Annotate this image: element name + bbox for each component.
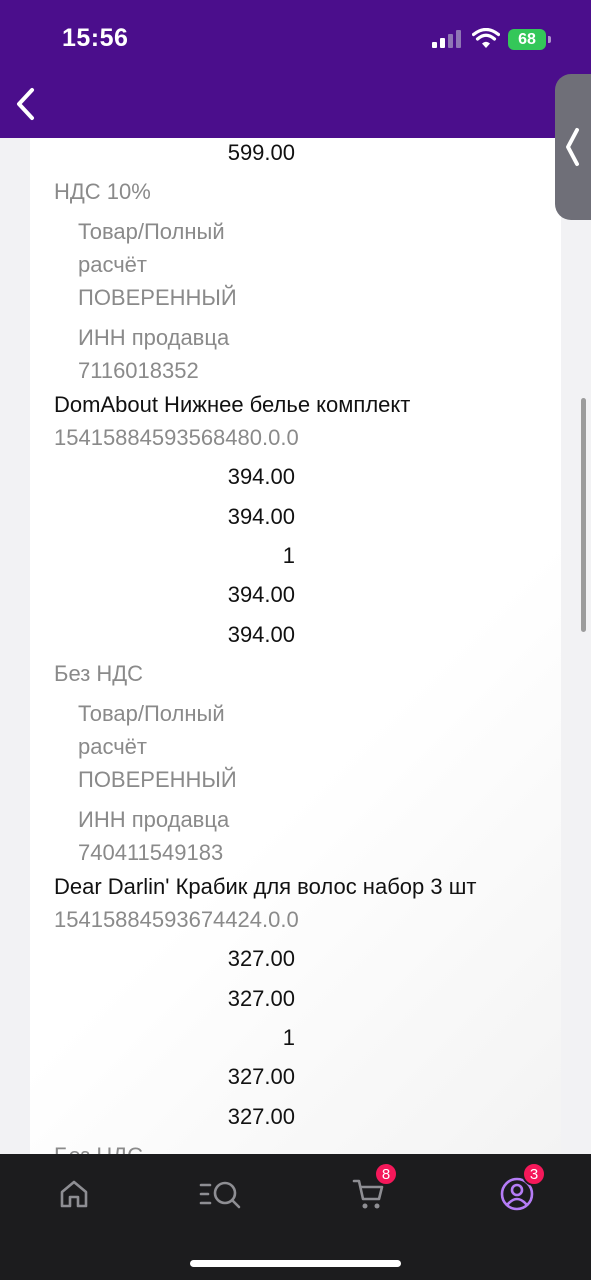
item-name: Dear Darlin' Крабик для волос набор 3 шт: [54, 874, 477, 899]
payment-type: расчёт: [78, 734, 147, 759]
item-code: 15415884593568480.0.0: [54, 425, 299, 450]
cart-badge: 8: [374, 1162, 398, 1186]
header-bar: 15:56 68: [0, 0, 591, 138]
home-indicator: [190, 1260, 401, 1267]
item-sum: 327.00: [227, 1064, 295, 1089]
seller-inn-label: ИНН продавца: [78, 325, 230, 350]
nav-home[interactable]: [49, 1172, 99, 1216]
side-panel-tab[interactable]: [555, 74, 591, 220]
item-price: 394.00: [227, 464, 295, 489]
item-code: 15415884593674424.0.0: [54, 907, 299, 932]
home-icon: [60, 1180, 88, 1208]
item-price: 327.00: [227, 946, 295, 971]
back-button[interactable]: [8, 82, 42, 126]
item-sum: 394.00: [227, 582, 295, 607]
chevron-left-icon: [566, 128, 579, 166]
item-sum: 394.00: [227, 622, 295, 647]
agent-type: ПОВЕРЕННЫЙ: [78, 285, 237, 310]
cellular-signal-icon: [432, 30, 461, 48]
payment-type: Товар/Полный: [78, 701, 225, 726]
vat-rate: Без НДС: [54, 661, 144, 686]
item-name: DomAbout Нижнее белье комплект: [54, 392, 411, 417]
amount-line: 599.00: [227, 140, 295, 165]
seller-inn: 740411549183: [78, 840, 224, 865]
item-quantity: 1: [282, 543, 295, 568]
nav-cart[interactable]: 8: [344, 1162, 398, 1216]
wifi-icon: [472, 28, 500, 48]
receipt-card: 599.00 НДС 10% Товар/Полный расчёт ПОВЕР…: [30, 138, 561, 1154]
scrollbar[interactable]: [581, 398, 586, 632]
catalog-search-icon: [199, 1181, 241, 1209]
item-price: 394.00: [227, 504, 295, 529]
payment-type: расчёт: [78, 252, 147, 277]
chevron-left-icon: [17, 88, 34, 120]
nav-catalog[interactable]: [196, 1172, 246, 1216]
status-time: 15:56: [62, 24, 129, 52]
payment-type: Товар/Полный: [78, 219, 225, 244]
seller-inn: 7116018352: [78, 358, 199, 383]
item-price: 327.00: [227, 986, 295, 1011]
seller-inn-label: ИНН продавца: [78, 807, 230, 832]
vat-rate: НДС 10%: [54, 179, 151, 204]
nav-profile[interactable]: 3: [492, 1162, 546, 1216]
vat-rate: Без НДС: [54, 1143, 143, 1154]
profile-badge: 3: [522, 1162, 546, 1186]
battery-icon: 68: [508, 29, 551, 50]
agent-type: ПОВЕРЕННЫЙ: [78, 767, 237, 792]
battery-level: 68: [518, 30, 536, 48]
item-sum: 327.00: [227, 1104, 295, 1129]
item-quantity: 1: [282, 1025, 295, 1050]
